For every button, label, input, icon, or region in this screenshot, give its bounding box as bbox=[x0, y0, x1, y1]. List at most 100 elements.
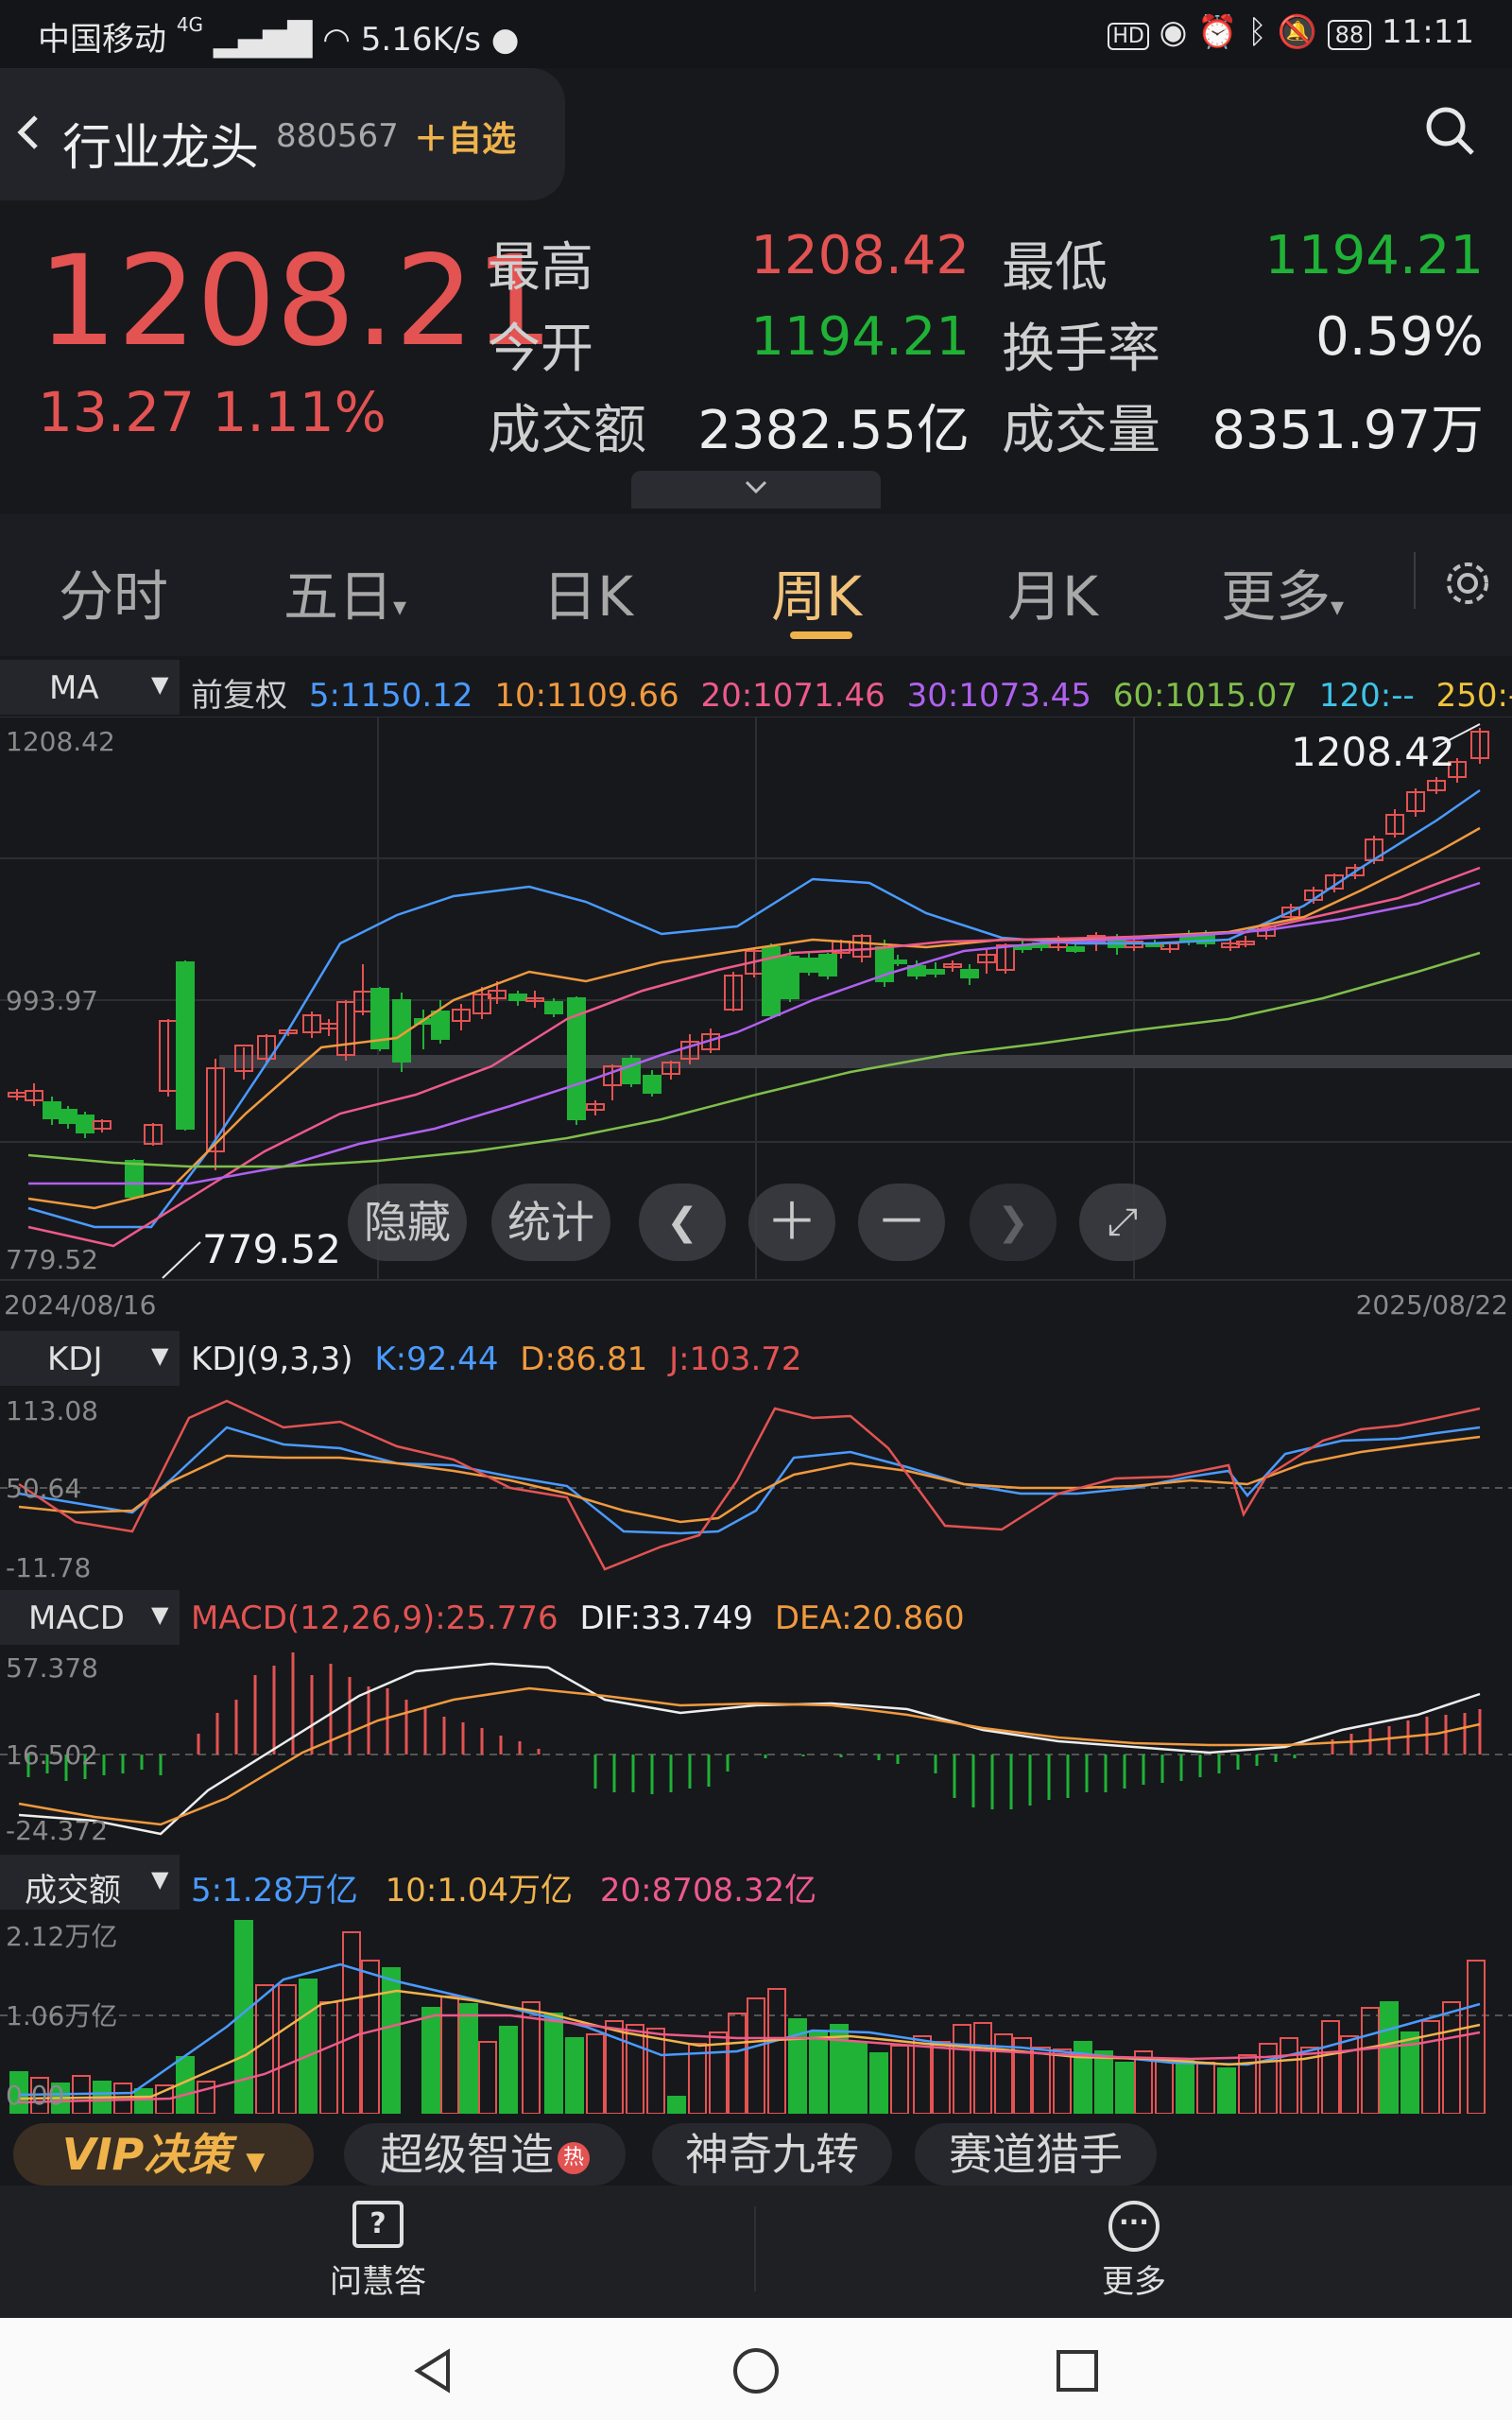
volume-bar bbox=[1217, 2067, 1236, 2114]
ma60-value: 60:1015.07 bbox=[1112, 677, 1298, 715]
tab-intraday[interactable]: 分时 bbox=[59, 552, 168, 631]
chip-magic-nine[interactable]: 神奇九转 bbox=[652, 2123, 892, 2186]
kdj-chart[interactable]: 113.08 50.64 -11.78 bbox=[0, 1390, 1512, 1584]
more-dots-icon: ··· bbox=[1108, 2201, 1160, 2252]
tab-five-day-label: 五日 bbox=[284, 564, 394, 629]
volume-label: 成交量 bbox=[1002, 400, 1160, 461]
min-pointer bbox=[162, 1241, 201, 1279]
volume-bar bbox=[1361, 2007, 1380, 2114]
fullscreen-button[interactable]: ⤢ bbox=[1079, 1184, 1166, 1261]
hide-button[interactable]: 隐藏 bbox=[348, 1184, 467, 1261]
volume-bar bbox=[890, 2045, 909, 2114]
wifi-icon: ◠ bbox=[322, 21, 351, 59]
volume-bar bbox=[499, 2026, 518, 2114]
tab-monthly-k[interactable]: 月K bbox=[1007, 552, 1098, 631]
volume-bar bbox=[255, 1984, 274, 2114]
indicator-selector[interactable]: MA ▼ bbox=[0, 660, 180, 715]
date-start: 2024/08/16 bbox=[4, 1289, 157, 1321]
chip-track-hunter[interactable]: 赛道猎手 bbox=[915, 2123, 1157, 2186]
zoom-out-button[interactable]: － bbox=[858, 1184, 945, 1261]
min-label: 779.52 bbox=[202, 1226, 341, 1272]
gear-icon[interactable] bbox=[1442, 558, 1493, 609]
net-speed: 5.16K/s bbox=[360, 21, 481, 59]
change-value: 13.27 bbox=[38, 380, 196, 444]
kdj-selector[interactable]: KDJ ▼ bbox=[0, 1331, 180, 1386]
volume-bar bbox=[1259, 2043, 1278, 2114]
add-watchlist-button[interactable]: ＋自选 bbox=[414, 112, 516, 161]
vip-decision-button[interactable]: VIP决策 ▼ bbox=[13, 2123, 314, 2186]
more-button[interactable]: ··· 更多 bbox=[1068, 2201, 1200, 2302]
home-circle-icon[interactable] bbox=[730, 2344, 782, 2397]
macd-values: MACD(12,26,9):25.776 DIF:33.749 DEA:20.8… bbox=[191, 1599, 965, 1637]
stats-button[interactable]: 统计 bbox=[491, 1184, 610, 1261]
turnover-rate-label: 换手率 bbox=[1002, 319, 1160, 380]
clock: 11:11 bbox=[1382, 13, 1474, 51]
last-price: 1208.21 bbox=[38, 229, 554, 374]
scroll-left-button[interactable]: ❮ bbox=[639, 1184, 726, 1261]
recents-square-icon[interactable] bbox=[1051, 2344, 1104, 2397]
volume-ma20: 20:8708.32亿 bbox=[599, 1872, 817, 1910]
candle-body bbox=[431, 1011, 450, 1040]
candle-body bbox=[818, 954, 837, 977]
turnover-rate-value: 0.59% bbox=[1315, 306, 1484, 368]
plus-icon: ＋ bbox=[766, 1192, 817, 1252]
volume-y-top: 2.12万亿 bbox=[6, 1921, 117, 1952]
volume-selector[interactable]: 成交额 ▼ bbox=[0, 1855, 180, 1910]
dropdown-icon: ▼ bbox=[151, 1601, 169, 1628]
alarm-icon: ⏰ bbox=[1197, 13, 1238, 51]
macd-dea: DEA:20.860 bbox=[774, 1599, 965, 1637]
volume-bar bbox=[1280, 2037, 1298, 2114]
ask-button[interactable]: ? 问慧答 bbox=[312, 2201, 444, 2302]
ma120-value: 120:-- bbox=[1318, 677, 1415, 715]
active-tab-indicator bbox=[790, 631, 852, 639]
eye-icon: ◉ bbox=[1159, 13, 1188, 51]
tab-weekly-k[interactable]: 周K bbox=[771, 552, 862, 631]
back-triangle-icon[interactable] bbox=[406, 2344, 459, 2397]
status-bar: 中国移动 4G ▂▄▆█ ◠ 5.16K/s ● HD ◉ ⏰ ᛒ 🔕 88 1… bbox=[0, 0, 1512, 68]
tab-daily-k[interactable]: 日K bbox=[542, 552, 633, 631]
macd-chart[interactable]: 57.378 16.502 -24.372 bbox=[0, 1649, 1512, 1843]
carrier: 中国移动 bbox=[38, 21, 166, 59]
network-type: 4G bbox=[176, 13, 204, 36]
macd-selector[interactable]: MACD ▼ bbox=[0, 1590, 180, 1645]
candle-body bbox=[781, 956, 799, 999]
expand-quote-button[interactable] bbox=[631, 471, 881, 509]
volume-bar bbox=[197, 2081, 215, 2114]
volume-chart[interactable]: 2.12万亿 1.06万亿 0.00 bbox=[0, 1913, 1512, 2114]
open-value: 1194.21 bbox=[750, 306, 970, 368]
volume-value: 8351.97万 bbox=[1211, 400, 1484, 461]
scroll-right-button[interactable]: ❯ bbox=[970, 1184, 1057, 1261]
kdj-label: KDJ bbox=[47, 1340, 103, 1378]
tab-divider bbox=[1414, 552, 1416, 609]
volume-bar bbox=[440, 1996, 459, 2114]
kdj-y-mid: 50.64 bbox=[6, 1473, 81, 1504]
volume-bar bbox=[1380, 2001, 1399, 2114]
open-label: 今开 bbox=[488, 319, 593, 380]
ma10-value: 10:1109.66 bbox=[494, 677, 679, 715]
dropdown-icon: ▼ bbox=[151, 1866, 169, 1893]
kdj-params: KDJ(9,3,3) bbox=[191, 1340, 353, 1378]
amount-label: 成交额 bbox=[488, 400, 646, 461]
volume-bar bbox=[478, 2041, 497, 2114]
stock-code: 880567 bbox=[276, 117, 399, 155]
page-title: 行业龙头 bbox=[62, 120, 260, 177]
volume-bar bbox=[1115, 2062, 1134, 2114]
adjust-type[interactable]: 前复权 bbox=[191, 677, 287, 715]
tab-more[interactable]: 更多▾ bbox=[1221, 552, 1344, 631]
candle-body bbox=[926, 969, 945, 975]
tab-more-label: 更多 bbox=[1221, 564, 1332, 629]
volume-bar bbox=[1321, 2020, 1340, 2114]
zoom-in-button[interactable]: ＋ bbox=[748, 1184, 835, 1261]
minus-icon: － bbox=[876, 1192, 927, 1252]
candle-body bbox=[176, 961, 195, 1130]
macd-params: MACD(12,26,9):25.776 bbox=[191, 1599, 558, 1637]
volume-bar bbox=[869, 2052, 888, 2114]
search-icon[interactable] bbox=[1421, 102, 1480, 161]
tab-five-day[interactable]: 五日▾ bbox=[284, 552, 406, 631]
chip-super-manufacturing[interactable]: 超级智造热 bbox=[344, 2123, 626, 2186]
fullscreen-icon: ⤢ bbox=[1108, 1201, 1138, 1244]
volume-bar bbox=[849, 2041, 868, 2114]
chevron-left-icon[interactable] bbox=[13, 108, 42, 169]
ma-values: 前复权 5:1150.12 10:1109.66 20:1071.46 30:1… bbox=[191, 669, 1512, 716]
high-label: 最高 bbox=[488, 237, 593, 299]
